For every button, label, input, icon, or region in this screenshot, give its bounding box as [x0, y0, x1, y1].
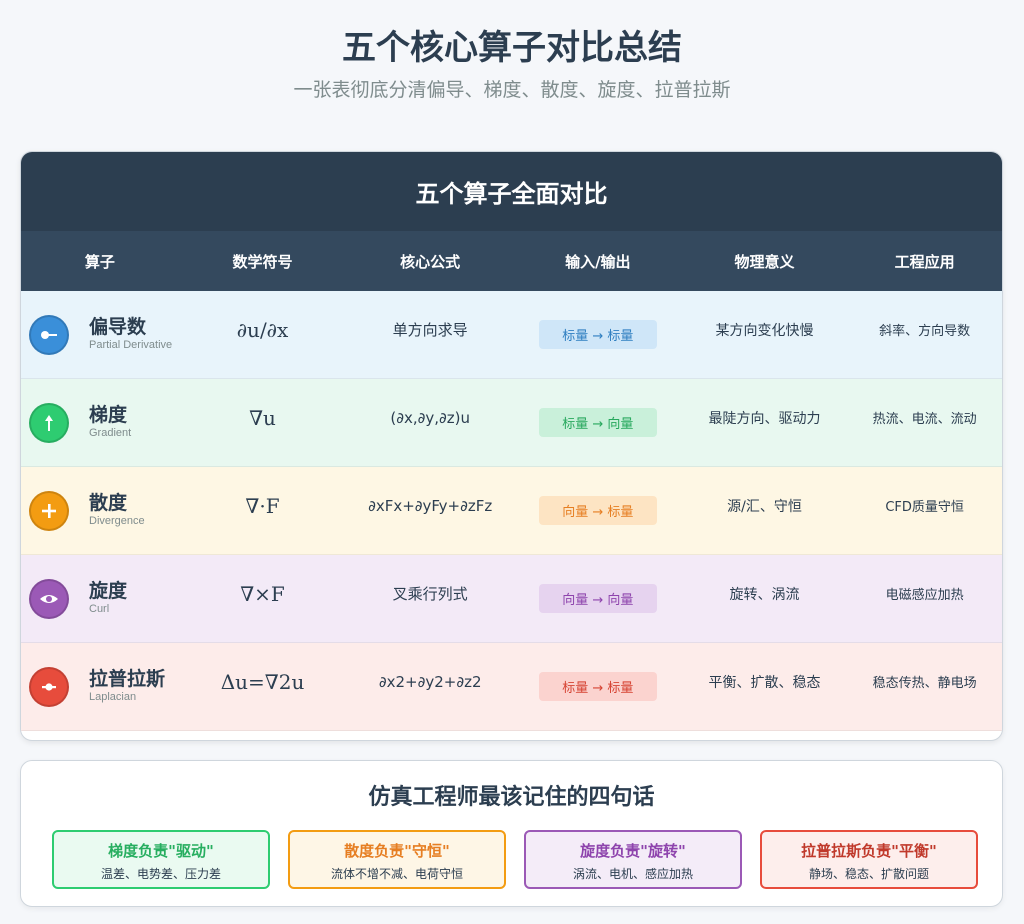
tip-description: 温差、电势差、压力差	[100, 867, 221, 881]
summary-tip: 拉普拉斯负责"平衡" 静场、稳态、扩散问题	[760, 830, 978, 889]
eye-icon	[29, 578, 69, 619]
table-header: 算子 数学符号 核心公式 输入/输出 物理意义 工程应用	[21, 231, 1002, 291]
io-badge: 标量 → 标量	[538, 320, 657, 349]
tip-description: 静场、稳态、扩散问题	[808, 867, 929, 881]
math-symbol: ∇×F	[240, 581, 285, 606]
tip-description: 流体不增不减、电荷守恒	[330, 867, 463, 881]
operator-name: 偏导数	[89, 316, 147, 338]
operator-cell: 散度 Divergence	[21, 467, 179, 554]
operator-english-name: Laplacian	[89, 691, 137, 703]
summary-tip: 旋度负责"旋转" 涡流、电机、感应加热	[524, 830, 742, 889]
physical-meaning: 某方向变化快慢	[715, 322, 814, 339]
io-badge: 向量 → 向量	[538, 584, 657, 613]
operator-name: 拉普拉斯	[89, 668, 166, 690]
column-header-application: 工程应用	[894, 252, 955, 271]
engineering-application: CFD质量守恒	[885, 500, 964, 515]
dot-line-icon	[29, 666, 69, 707]
core-formula: 单方向求导	[392, 321, 468, 339]
physical-meaning: 源/汇、守恒	[727, 498, 802, 515]
column-header-formula: 核心公式	[400, 252, 461, 271]
plus-icon	[29, 490, 69, 531]
operator-name: 旋度	[89, 580, 128, 602]
summary-title: 仿真工程师最该记住的四句话	[368, 785, 655, 810]
core-formula: 叉乘行列式	[392, 585, 468, 603]
operator-cell: 偏导数 Partial Derivative	[21, 291, 179, 378]
page-title: 五个核心算子对比总结	[342, 28, 682, 68]
operator-name: 散度	[89, 492, 128, 514]
engineering-application: 稳态传热、静电场	[872, 676, 977, 691]
tip-title: 拉普拉斯负责"平衡"	[801, 842, 937, 860]
engineering-application: 斜率、方向导数	[879, 324, 971, 339]
summary-card: 仿真工程师最该记住的四句话 梯度负责"驱动" 温差、电势差、压力差 散度负责"守…	[20, 760, 1003, 907]
table-body: 偏导数 Partial Derivative ∂u/∂x 单方向求导 标量 → …	[21, 291, 1002, 731]
math-symbol: ∂u/∂x	[236, 317, 289, 342]
physical-meaning: 平衡、扩散、稳态	[708, 674, 821, 691]
math-symbol: ∇·F	[245, 493, 280, 518]
page-subtitle: 一张表彻底分清偏导、梯度、散度、旋度、拉普拉斯	[293, 79, 731, 101]
io-badge: 标量 → 向量	[538, 408, 657, 437]
table-title: 五个算子全面对比	[21, 152, 1002, 231]
tip-title: 旋度负责"旋转"	[580, 842, 686, 860]
io-badge: 向量 → 标量	[538, 496, 657, 525]
column-header-symbol: 数学符号	[232, 252, 293, 271]
table-row: 梯度 Gradient ∇u (∂x,∂y,∂z)u 标量 → 向量 最陡方向、…	[21, 379, 1002, 467]
arrow-up-icon	[29, 402, 69, 443]
tip-title: 散度负责"守恒"	[344, 842, 450, 860]
key-icon	[29, 314, 69, 355]
math-symbol: ∇u	[249, 405, 276, 430]
operator-cell: 梯度 Gradient	[21, 379, 179, 466]
core-formula: ∂xFx+∂yFy+∂zFz	[368, 496, 493, 515]
column-header-operator: 算子	[84, 252, 115, 271]
operator-name: 梯度	[89, 404, 128, 426]
summary-tip: 梯度负责"驱动" 温差、电势差、压力差	[52, 830, 270, 889]
comparison-table-card: 五个算子全面对比 算子 数学符号 核心公式 输入/输出 物理意义 工程应用 偏导…	[20, 151, 1003, 741]
column-header-io: 输入/输出	[565, 252, 631, 271]
core-formula: (∂x,∂y,∂z)u	[390, 408, 470, 427]
table-row: 散度 Divergence ∇·F ∂xFx+∂yFy+∂zFz 向量 → 标量…	[21, 467, 1002, 555]
tip-description: 涡流、电机、感应加热	[572, 867, 693, 881]
core-formula: ∂x2+∂y2+∂z2	[378, 672, 482, 691]
operator-cell: 旋度 Curl	[21, 555, 179, 642]
operator-cell: 拉普拉斯 Laplacian	[21, 643, 179, 730]
engineering-application: 热流、电流、流动	[872, 412, 977, 427]
tip-title: 梯度负责"驱动"	[108, 842, 214, 860]
engineering-application: 电磁感应加热	[885, 588, 964, 603]
operator-english-name: Gradient	[89, 427, 132, 439]
column-header-meaning: 物理意义	[734, 252, 795, 271]
math-symbol: Δu=∇2u	[220, 669, 305, 694]
table-row: 偏导数 Partial Derivative ∂u/∂x 单方向求导 标量 → …	[21, 291, 1002, 379]
table-row: 拉普拉斯 Laplacian Δu=∇2u ∂x2+∂y2+∂z2 标量 → 标…	[21, 643, 1002, 731]
operator-english-name: Curl	[89, 603, 110, 615]
physical-meaning: 旋转、涡流	[729, 586, 800, 603]
operator-english-name: Partial Derivative	[89, 339, 173, 351]
summary-tip: 散度负责"守恒" 流体不增不减、电荷守恒	[288, 830, 506, 889]
operator-english-name: Divergence	[89, 515, 145, 527]
table-row: 旋度 Curl ∇×F 叉乘行列式 向量 → 向量 旋转、涡流 电磁感应加热	[21, 555, 1002, 643]
physical-meaning: 最陡方向、驱动力	[708, 410, 821, 427]
io-badge: 标量 → 标量	[538, 672, 657, 701]
